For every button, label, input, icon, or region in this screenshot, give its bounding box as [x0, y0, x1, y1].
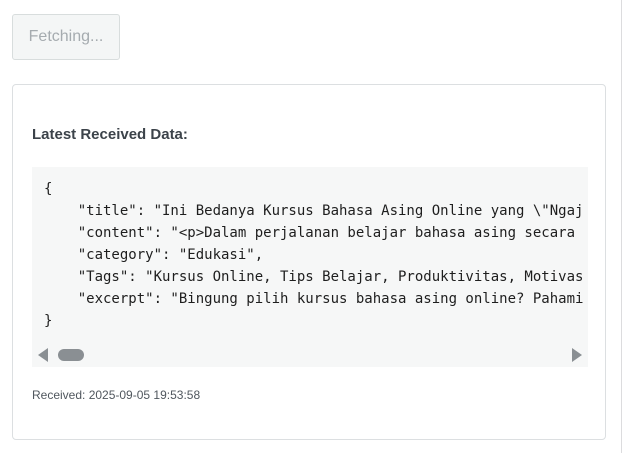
page: Fetching... Latest Received Data: { "tit… [0, 0, 622, 453]
received-data-card: Latest Received Data: { "title": "Ini Be… [12, 84, 606, 440]
chevron-right-icon[interactable] [572, 348, 582, 362]
scrollbar-thumb[interactable] [58, 349, 84, 361]
received-timestamp: Received: 2025-09-05 19:53:58 [32, 388, 201, 402]
code-block[interactable]: { "title": "Ini Bedanya Kursus Bahasa As… [32, 167, 588, 367]
chevron-left-icon[interactable] [38, 348, 48, 362]
latest-data-heading: Latest Received Data: [32, 126, 188, 143]
code-scroll-area[interactable]: { "title": "Ini Bedanya Kursus Bahasa As… [32, 167, 588, 343]
fetching-button[interactable]: Fetching... [12, 14, 120, 60]
horizontal-scrollbar[interactable] [32, 343, 588, 367]
json-code: { "title": "Ini Bedanya Kursus Bahasa As… [44, 181, 584, 329]
